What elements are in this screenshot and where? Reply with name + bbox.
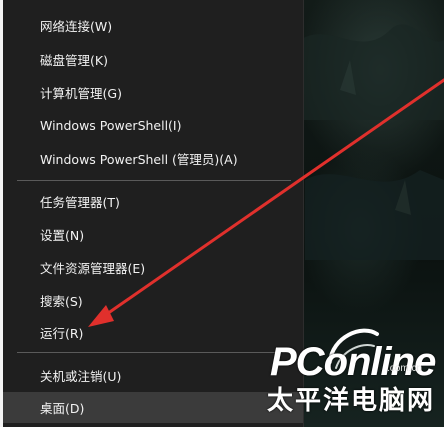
pconline-watermark: PConline .com.cn 太平洋电脑网 — [262, 322, 444, 427]
menu-item-search[interactable]: 搜索(S) — [3, 285, 303, 316]
menu-item-label: 运行(R) — [40, 326, 84, 341]
menu-item-network-connections[interactable]: 网络连接(W) — [3, 10, 303, 41]
menu-item-label: 磁盘管理(K) — [40, 53, 108, 68]
menu-item-label: 搜索(S) — [40, 294, 83, 309]
menu-item-task-manager[interactable]: 任务管理器(T) — [3, 186, 303, 217]
menu-item-powershell[interactable]: Windows PowerShell(I) — [3, 110, 303, 141]
watermark-subtitle: 太平洋电脑网 — [267, 386, 436, 416]
menu-item-label: 设置(N) — [40, 228, 85, 243]
menu-item-label: 计算机管理(G) — [40, 86, 122, 101]
menu-item-desktop[interactable]: 桌面(D) — [3, 392, 303, 423]
menu-item-file-explorer[interactable]: 文件资源管理器(E) — [3, 252, 303, 283]
menu-item-label: Windows PowerShell (管理员)(A) — [40, 152, 238, 167]
watermark-domain: .com.cn — [387, 363, 423, 374]
menu-item-label: 任务管理器(T) — [40, 195, 120, 210]
menu-item-settings[interactable]: 设置(N) — [3, 219, 303, 250]
menu-item-shutdown-signout[interactable]: 关机或注销(U) — [3, 360, 303, 391]
menu-divider — [17, 180, 291, 181]
menu-item-label: 关机或注销(U) — [40, 369, 122, 384]
menu-item-disk-management[interactable]: 磁盘管理(K) — [3, 44, 303, 75]
menu-item-computer-management[interactable]: 计算机管理(G) — [3, 77, 303, 108]
menu-divider — [17, 352, 291, 353]
menu-item-label: 桌面(D) — [40, 401, 85, 416]
menu-item-label: 文件资源管理器(E) — [40, 261, 146, 276]
menu-item-powershell-admin[interactable]: Windows PowerShell (管理员)(A) — [3, 143, 303, 174]
menu-item-run[interactable]: 运行(R) — [3, 317, 303, 348]
menu-item-label: 网络连接(W) — [40, 19, 113, 34]
menu-item-label: Windows PowerShell(I) — [40, 118, 182, 133]
winx-context-menu: 网络连接(W) 磁盘管理(K) 计算机管理(G) Windows PowerSh… — [3, 0, 304, 427]
